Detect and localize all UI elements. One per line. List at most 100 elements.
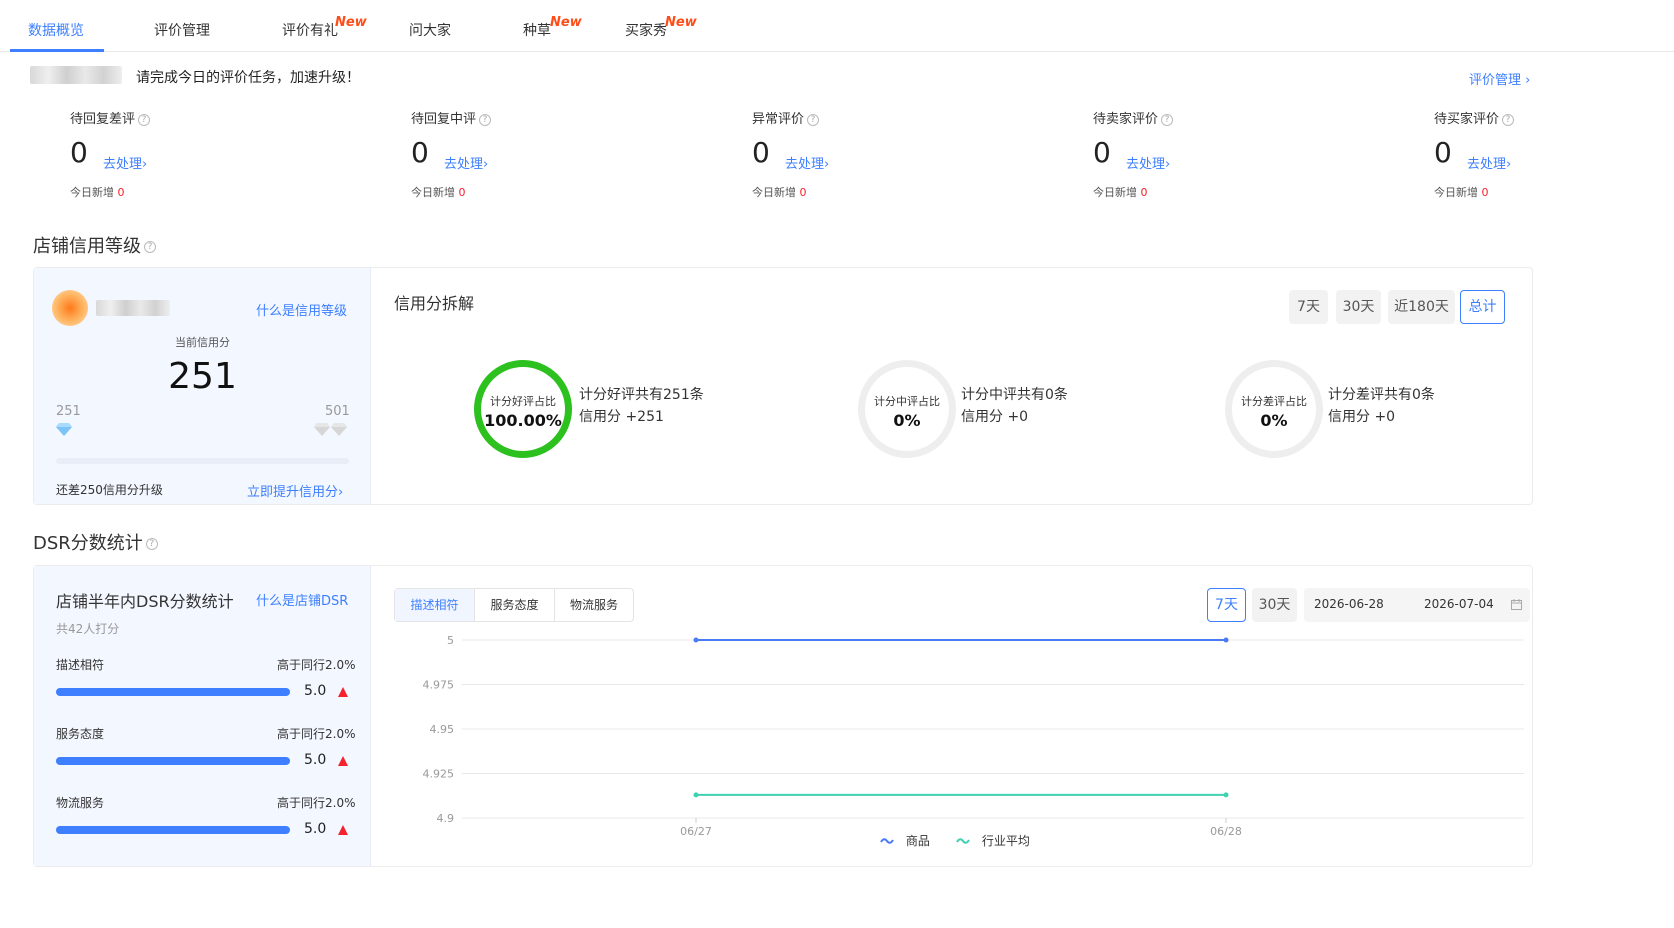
period-180d-button[interactable]: 近180天 xyxy=(1388,290,1455,324)
new-badge: New xyxy=(550,15,582,30)
arrow-up-icon xyxy=(338,756,348,766)
dsr-score-value: 5.0 xyxy=(304,683,327,699)
good-review-detail: 计分好评共有251条 信用分 +251 xyxy=(579,387,704,425)
handle-link[interactable]: 去处理› xyxy=(444,153,488,172)
period-30d-button[interactable]: 30天 xyxy=(1336,290,1381,324)
blurred-shop-level xyxy=(96,300,170,316)
credit-breakdown-title: 信用分拆解 xyxy=(394,294,475,313)
tab-seeding[interactable]: 种草 New xyxy=(523,15,582,40)
handle-link[interactable]: 去处理› xyxy=(1126,153,1170,172)
credit-range-max: 501 xyxy=(325,404,350,419)
y-tick-label: 4.925 xyxy=(423,768,455,781)
tab-review-manage[interactable]: 评价管理 xyxy=(154,20,210,40)
good-review-ring: 计分好评占比 100.00% xyxy=(474,360,572,458)
period-7d-button[interactable]: 7天 xyxy=(1289,290,1328,324)
ring-value: 100.00% xyxy=(484,411,562,430)
dsr-score-value: 5.0 xyxy=(304,821,327,837)
data-point xyxy=(1223,792,1229,798)
ring-label: 计分中评占比 xyxy=(874,395,940,408)
what-is-dsr-link[interactable]: 什么是店铺DSR xyxy=(256,590,348,609)
y-tick-label: 4.975 xyxy=(423,679,455,692)
tab-overview[interactable]: 数据概览 xyxy=(28,20,84,40)
stat-label: 异常评价? xyxy=(752,108,820,127)
tab-buyer-show[interactable]: 买家秀 New xyxy=(625,15,697,40)
handle-link[interactable]: 去处理› xyxy=(1467,153,1511,172)
arrow-up-icon xyxy=(338,687,348,697)
question-icon[interactable]: ? xyxy=(138,113,151,126)
metric-logistics-tab[interactable]: 物流服务 xyxy=(555,589,633,621)
task-prompt: 请完成今日的评价任务，加速升级！ xyxy=(136,70,360,86)
blurred-shop-name xyxy=(30,66,122,84)
dsr-card-title: 店铺半年内DSR分数统计 xyxy=(56,592,234,611)
tab-review-gift[interactable]: 评价有礼 New xyxy=(282,15,367,40)
calendar-icon xyxy=(1511,599,1522,610)
dsr-period-7d-button[interactable]: 7天 xyxy=(1207,588,1246,622)
neutral-review-detail: 计分中评共有0条 信用分 +0 xyxy=(961,387,1068,425)
dsr-row-label: 服务态度 xyxy=(56,727,105,741)
stat-value: 0 xyxy=(411,136,429,169)
dsr-score-bar xyxy=(56,826,290,834)
stat-label: 待买家评价? xyxy=(1434,108,1515,127)
metric-service-tab[interactable]: 服务态度 xyxy=(475,589,555,621)
credit-card: 什么是信用等级 当前信用分 251 251 501 还差250信用分升级 立即提… xyxy=(33,267,1533,505)
period-total-button[interactable]: 总计 xyxy=(1460,290,1505,324)
shop-avatar xyxy=(52,290,88,326)
dsr-trend-chart: 5 4.975 4.95 4.925 4.9 06/27 06/28 xyxy=(423,634,1524,838)
today-new-count: 今日新增 0 xyxy=(411,186,466,199)
handle-link[interactable]: 去处理› xyxy=(785,153,829,172)
dsr-metric-selector: 描述相符 服务态度 物流服务 xyxy=(394,588,634,622)
question-icon[interactable]: ? xyxy=(144,241,156,253)
dsr-row-compare: 高于同行2.0% xyxy=(277,658,356,672)
dsr-score-bar xyxy=(56,688,290,696)
credit-gap-text: 还差250信用分升级 xyxy=(56,483,163,497)
date-range-picker[interactable]: 2026-06-28 2026-07-04 xyxy=(1304,588,1530,622)
question-icon[interactable]: ? xyxy=(479,113,492,126)
ring-value: 0% xyxy=(893,411,921,430)
stat-value: 0 xyxy=(1093,136,1111,169)
question-icon[interactable]: ? xyxy=(145,538,158,550)
today-new-count: 今日新增 0 xyxy=(752,186,807,199)
active-tab-indicator xyxy=(10,49,104,52)
stat-label: 待卖家评价? xyxy=(1093,108,1174,127)
metric-description-tab[interactable]: 描述相符 xyxy=(395,589,475,621)
dsr-row-compare: 高于同行2.0% xyxy=(277,796,356,810)
what-is-credit-link[interactable]: 什么是信用等级 xyxy=(256,300,347,319)
handle-link[interactable]: 去处理› xyxy=(103,153,147,172)
ring-value: 0% xyxy=(1260,411,1288,430)
question-icon[interactable]: ? xyxy=(807,113,820,126)
stat-value: 0 xyxy=(70,136,88,169)
dsr-score-value: 5.0 xyxy=(304,752,327,768)
question-icon[interactable]: ? xyxy=(1161,113,1174,126)
today-new-count: 今日新增 0 xyxy=(70,186,125,199)
new-badge: New xyxy=(665,15,697,30)
review-manage-link[interactable]: 评价管理 › xyxy=(1469,69,1530,88)
diamond-icon xyxy=(56,423,72,436)
credit-section-title: 店铺信用等级? xyxy=(33,232,156,258)
bad-review-ring: 计分差评占比 0% xyxy=(1225,360,1323,458)
wave-icon xyxy=(956,835,970,849)
dsr-score-bar xyxy=(56,757,290,765)
tab-ask-all[interactable]: 问大家 xyxy=(409,20,451,40)
stat-value: 0 xyxy=(1434,136,1452,169)
new-badge: New xyxy=(335,15,367,30)
dsr-row-compare: 高于同行2.0% xyxy=(277,727,356,741)
dsr-row-label: 物流服务 xyxy=(56,796,105,810)
wave-icon xyxy=(880,835,894,849)
neutral-review-ring: 计分中评占比 0% xyxy=(858,360,956,458)
legend-product: 商品 xyxy=(880,832,930,849)
dsr-raters-count: 共42人打分 xyxy=(56,622,120,636)
stat-label: 待回复差评? xyxy=(70,108,151,127)
current-credit-label: 当前信用分 xyxy=(175,336,230,349)
stat-label: 待回复中评? xyxy=(411,108,492,127)
question-icon[interactable]: ? xyxy=(1502,113,1515,126)
ring-label: 计分差评占比 xyxy=(1241,395,1307,408)
stat-value: 0 xyxy=(752,136,770,169)
dsr-card: 店铺半年内DSR分数统计 什么是店铺DSR 共42人打分 描述相符高于同行2.0… xyxy=(33,565,1533,867)
today-new-count: 今日新增 0 xyxy=(1434,186,1489,199)
x-tick-label: 06/28 xyxy=(1210,825,1242,838)
data-point xyxy=(1223,637,1229,643)
dsr-section-title: DSR分数统计? xyxy=(33,529,158,555)
boost-credit-link[interactable]: 立即提升信用分› xyxy=(247,481,343,500)
dsr-period-30d-button[interactable]: 30天 xyxy=(1252,588,1297,622)
diamond-icon xyxy=(331,423,347,436)
